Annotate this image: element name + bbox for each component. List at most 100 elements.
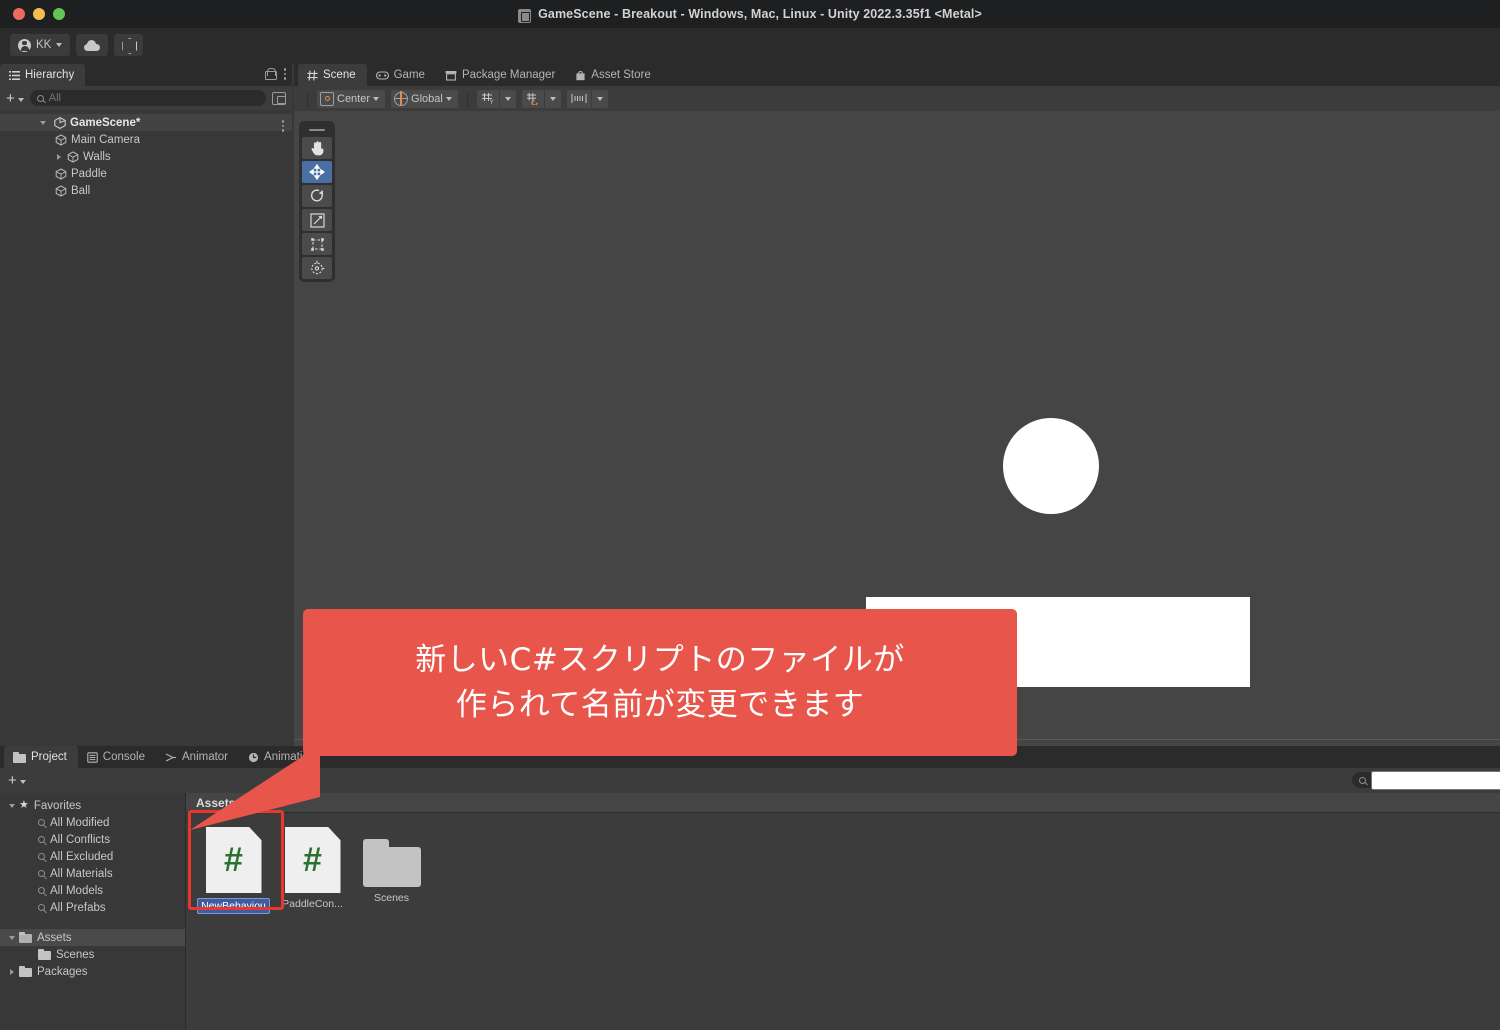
project-tree-label: Favorites: [33, 799, 82, 812]
hierarchy-item-label: Paddle: [71, 167, 107, 180]
chevron-down-icon: [56, 43, 63, 47]
account-dropdown[interactable]: KK: [10, 34, 71, 56]
project-add-button[interactable]: +: [8, 772, 26, 789]
transform-tool-button[interactable]: [302, 257, 332, 279]
search-icon: [38, 853, 45, 860]
unity-editor-window: GameScene - Breakout - Windows, Mac, Lin…: [0, 0, 1500, 1030]
folder-icon: [19, 966, 32, 977]
project-content: Assets # NewBehaviou # PaddleCon... Scen…: [186, 793, 1500, 1030]
asset-grid: # NewBehaviou # PaddleCon... Scenes: [186, 813, 1500, 914]
grid-axis-button[interactable]: Y: [476, 89, 499, 108]
project-panel: Project Console Animator Animation + ★ F…: [0, 746, 1500, 1030]
hierarchy-item-walls[interactable]: Walls: [0, 148, 292, 165]
rotate-icon: [310, 188, 323, 201]
unity-scene-icon: [54, 116, 66, 129]
rect-transform-tool-button[interactable]: [302, 233, 332, 255]
window-title-text: GameScene - Breakout - Windows, Mac, Lin…: [538, 7, 982, 21]
rotate-tool-button[interactable]: [302, 185, 332, 207]
account-label: KK: [36, 39, 52, 51]
snap-increment-button[interactable]: [566, 89, 591, 108]
services-button[interactable]: [114, 34, 144, 56]
chevron-down-icon: [373, 96, 380, 101]
hierarchy-item-label: GameScene*: [70, 116, 141, 129]
hierarchy-item-menu-icon[interactable]: [281, 120, 284, 132]
snap-increment-dropdown[interactable]: [590, 89, 608, 108]
project-tree-all-excluded[interactable]: All Excluded: [0, 848, 185, 865]
chevron-down-icon: [17, 97, 24, 102]
lock-icon[interactable]: [264, 68, 277, 80]
hierarchy-panel: Hierarchy + All GameScene* Main Camera W…: [0, 64, 292, 746]
project-breadcrumb: Assets: [186, 793, 1500, 813]
scale-tool-button[interactable]: [302, 209, 332, 231]
project-search-input[interactable]: [1371, 770, 1500, 790]
hierarchy-item-paddle[interactable]: Paddle: [0, 165, 292, 182]
hand-icon: [311, 141, 323, 156]
hierarchy-search-input[interactable]: [48, 92, 259, 104]
project-tree-favorites[interactable]: ★ Favorites: [0, 797, 185, 814]
hierarchy-window-icon[interactable]: [272, 91, 286, 105]
project-search[interactable]: [1352, 770, 1500, 790]
palette-drag-handle[interactable]: [302, 124, 332, 135]
tab-scene[interactable]: Scene: [298, 64, 367, 86]
handle-space-dropdown[interactable]: Global: [391, 89, 458, 108]
asset-item-scenes[interactable]: Scenes: [352, 827, 431, 914]
project-tree-spacer: [0, 916, 185, 929]
annotation-callout: 新しいC#スクリプトのファイルが 作られて名前が変更できます: [303, 609, 1017, 756]
expand-arrow-icon[interactable]: [9, 935, 15, 940]
grid-axis-y-icon: Y: [481, 93, 493, 105]
hierarchy-menu-icon[interactable]: [283, 68, 286, 80]
tab-asset-store[interactable]: Asset Store: [566, 64, 661, 86]
project-tree-all-modified[interactable]: All Modified: [0, 814, 185, 831]
project-tree-packages[interactable]: Packages: [0, 963, 185, 980]
cloud-button[interactable]: [76, 34, 109, 56]
tab-asset-store-label: Asset Store: [591, 69, 651, 81]
asset-label: PaddleCon...: [282, 898, 343, 910]
pivot-mode-dropdown[interactable]: Center: [317, 89, 386, 108]
tab-hierarchy-label: Hierarchy: [25, 69, 75, 81]
tab-package-manager[interactable]: Package Manager: [436, 64, 566, 86]
expand-arrow-icon[interactable]: [9, 803, 15, 808]
asset-item-paddlecontroller[interactable]: # PaddleCon...: [273, 827, 352, 914]
chevron-down-icon: [445, 96, 452, 101]
transform-globe-icon: [311, 260, 325, 275]
tab-animator[interactable]: Animator: [156, 746, 239, 768]
grid-snap-group: [521, 89, 561, 108]
asset-rename-input[interactable]: NewBehaviou: [197, 898, 270, 914]
hierarchy-item-gamescene[interactable]: GameScene*: [0, 114, 292, 132]
tab-project[interactable]: Project: [4, 746, 78, 768]
project-tree-all-models[interactable]: All Models: [0, 882, 185, 899]
chevron-down-icon: [596, 96, 603, 101]
hierarchy-search[interactable]: [29, 90, 266, 106]
scene-object-ball[interactable]: [1003, 418, 1099, 514]
hierarchy-item-main-camera[interactable]: Main Camera: [0, 131, 292, 148]
project-tree-all-conflicts[interactable]: All Conflicts: [0, 831, 185, 848]
expand-arrow-icon[interactable]: [10, 968, 14, 975]
grid-snap-button[interactable]: [521, 89, 544, 108]
hierarchy-item-ball[interactable]: Ball: [0, 182, 292, 199]
hand-tool-button[interactable]: [302, 137, 332, 159]
grid-snap-dropdown[interactable]: [543, 89, 561, 108]
search-icon: [38, 819, 45, 826]
project-tree-all-materials[interactable]: All Materials: [0, 865, 185, 882]
project-tree-scenes[interactable]: Scenes: [0, 946, 185, 963]
move-tool-button[interactable]: [302, 161, 332, 183]
tab-animator-label: Animator: [182, 751, 229, 763]
csharp-script-icon: #: [205, 827, 262, 893]
window-titlebar: GameScene - Breakout - Windows, Mac, Lin…: [0, 0, 1500, 28]
snap-increment-icon: [571, 94, 587, 103]
scene-tabrow: Scene Game Package Manager Asset Store: [294, 64, 1500, 86]
expand-arrow-icon[interactable]: [57, 153, 61, 160]
expand-arrow-icon[interactable]: [40, 120, 46, 125]
tab-project-label: Project: [31, 751, 67, 763]
hierarchy-add-button[interactable]: +: [6, 90, 24, 107]
project-tree-assets[interactable]: Assets: [0, 929, 185, 946]
unity-app-icon: [518, 9, 532, 23]
animator-icon: [165, 753, 176, 761]
tab-console[interactable]: Console: [78, 746, 156, 768]
project-add-label: +: [8, 772, 17, 789]
grid-axis-dropdown[interactable]: [498, 89, 516, 108]
tab-hierarchy[interactable]: Hierarchy: [0, 64, 86, 86]
asset-item-newbehaviour[interactable]: # NewBehaviou: [194, 827, 273, 914]
project-tree-all-prefabs[interactable]: All Prefabs: [0, 899, 185, 916]
tab-game[interactable]: Game: [367, 64, 436, 86]
